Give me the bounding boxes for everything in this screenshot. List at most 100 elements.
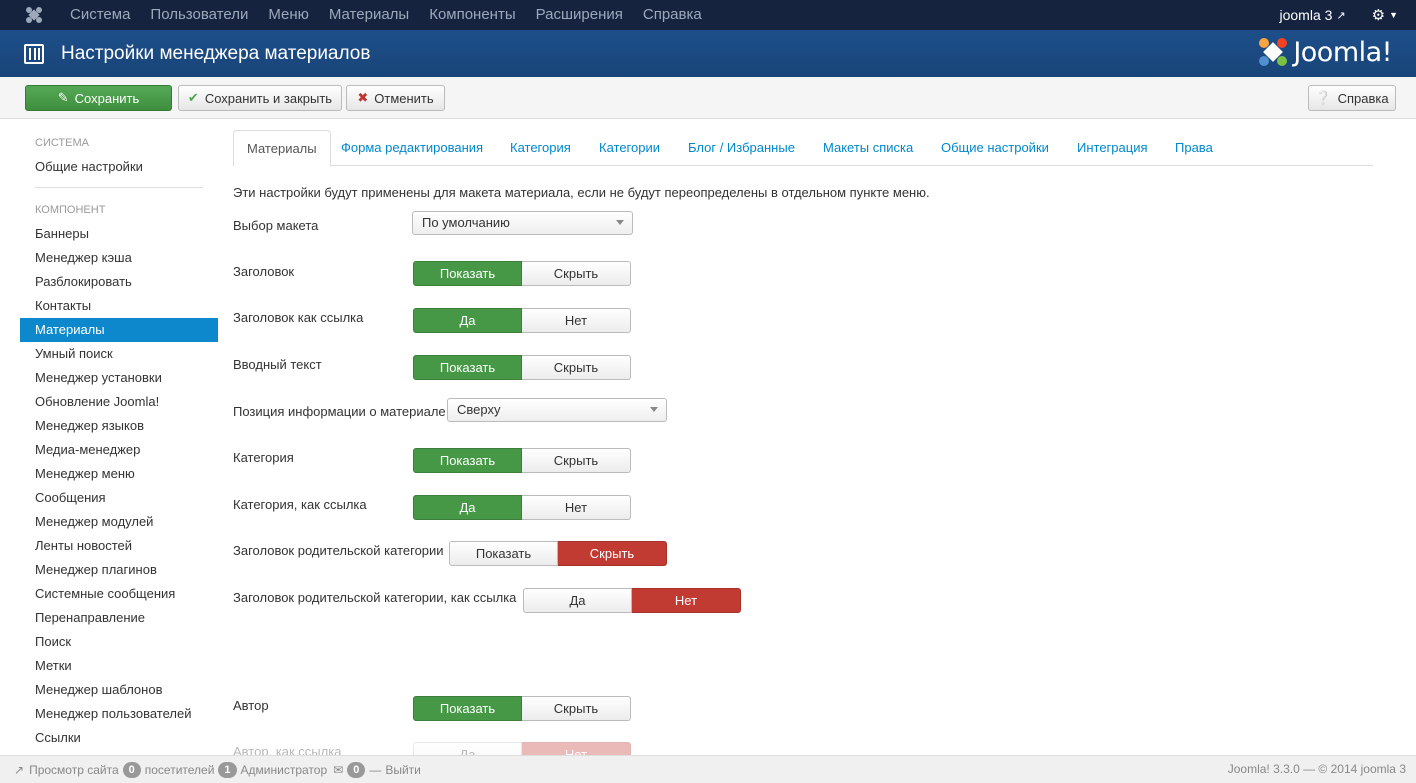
sidebar-item-installer[interactable]: Менеджер установки [20,366,218,390]
sidebar-item-tags[interactable]: Метки [20,654,218,678]
author-toggle: Показать Скрыть [413,696,631,721]
menu-help[interactable]: Справка [633,0,712,30]
sidebar-item-content[interactable]: Материалы [20,318,218,342]
parent-category-toggle: Показать Скрыть [449,541,667,566]
cancel-button[interactable]: ✖ Отменить [346,85,445,111]
sidebar-item-modules[interactable]: Менеджер модулей [20,510,218,534]
sidebar-header-component: КОМПОНЕНТ [35,204,106,216]
messages-badge[interactable]: 0 [347,761,366,778]
tab-blog-featured[interactable]: Блог / Избранные [675,130,808,166]
sidebar-item-cache[interactable]: Менеджер кэша [20,246,218,270]
author-hide-button[interactable]: Скрыть [522,696,631,721]
site-name: joomla 3 [1279,7,1333,23]
sidebar-item-finder[interactable]: Умный поиск [20,342,218,366]
site-link[interactable]: joomla 3 ↗ [1279,7,1345,23]
parent-category-link-yes-button[interactable]: Да [523,588,632,613]
minus-icon: — [369,762,382,777]
page-title: Настройки менеджера материалов [61,42,371,64]
sidebar-item-templates[interactable]: Менеджер шаблонов [20,678,218,702]
parent-category-hide-button[interactable]: Скрыть [558,541,667,566]
tab-categories[interactable]: Категории [586,130,673,166]
sidebar-item-menus[interactable]: Менеджер меню [20,462,218,486]
category-toggle: Показать Скрыть [413,448,631,473]
sidebar-item-search[interactable]: Поиск [20,630,218,654]
info-position-select[interactable]: Сверху [447,398,667,422]
title-link-yes-button[interactable]: Да [413,308,522,333]
sidebar-item-plugins[interactable]: Менеджер плагинов [20,558,218,582]
sidebar-item-weblinks[interactable]: Ссылки [20,726,218,750]
tab-list-layouts[interactable]: Макеты списка [810,130,926,166]
intro-label: Вводный текст [233,357,322,372]
sidebar-item-newsfeeds[interactable]: Ленты новостей [20,534,218,558]
external-link-icon: ↗ [14,762,25,777]
sidebar-item-banners[interactable]: Баннеры [20,222,218,246]
tab-integration[interactable]: Интеграция [1064,130,1161,166]
sidebar-item-users[interactable]: Менеджер пользователей [20,702,218,726]
tab-editing-layout[interactable]: Форма редактирования [328,130,496,166]
title-show-button[interactable]: Показать [413,261,522,286]
user-menu[interactable]: ⚙ ▼ [1372,6,1398,24]
menu-content[interactable]: Материалы [319,0,419,30]
save-close-button[interactable]: ✔ Сохранить и закрыть [178,85,342,111]
admins-label: Администратор [240,762,328,777]
cancel-label: Отменить [374,90,434,106]
category-link-yes-button[interactable]: Да [413,495,522,520]
layout-select[interactable]: По умолчанию [412,211,633,235]
cancel-icon: ✖ [357,90,369,105]
dropdown-arrow-icon [616,220,624,225]
category-show-button[interactable]: Показать [413,448,522,473]
tab-permissions[interactable]: Права [1162,130,1226,166]
menu-components[interactable]: Компоненты [419,0,525,30]
joomla-logo-icon[interactable] [24,5,44,25]
sidebar-item-redirect[interactable]: Перенаправление [20,606,218,630]
author-show-button[interactable]: Показать [413,696,522,721]
category-hide-button[interactable]: Скрыть [522,448,631,473]
menu-users[interactable]: Пользователи [140,0,258,30]
sidebar-item-joomla-update[interactable]: Обновление Joomla! [20,390,218,414]
parent-category-show-button[interactable]: Показать [449,541,558,566]
sidebar-item-contacts[interactable]: Контакты [20,294,218,318]
title-label: Заголовок [233,264,295,279]
menu-system[interactable]: Система [60,0,140,30]
layout-select-value: По умолчанию [422,215,510,230]
info-position-label: Позиция информации о материале [233,404,446,419]
external-link-icon: ↗ [1336,9,1346,22]
sidebar-header-system: СИСТЕМА [35,137,89,149]
menu-extensions[interactable]: Расширения [526,0,633,30]
help-label: Справка [1337,90,1389,106]
category-link-label: Категория, как ссылка [233,497,367,512]
intro-show-button[interactable]: Показать [413,355,522,380]
tab-shared[interactable]: Общие настройки [928,130,1062,166]
tab-articles[interactable]: Материалы [233,130,331,167]
category-link-no-button[interactable]: Нет [522,495,631,520]
category-label: Категория [233,450,294,465]
sidebar-item-checkin[interactable]: Разблокировать [20,270,218,294]
logout-link[interactable]: Выйти [385,763,421,777]
title-hide-button[interactable]: Скрыть [522,261,631,286]
help-button[interactable]: ❔ Справка [1308,85,1396,111]
intro-hide-button[interactable]: Скрыть [522,355,631,380]
layout-label: Выбор макета [233,218,319,233]
sidebar-item-messages[interactable]: Сообщения [20,486,218,510]
save-button[interactable]: ✎ Сохранить [25,85,172,111]
top-navbar: Система Пользователи Меню Материалы Комп… [0,0,1416,30]
sidebar-item-languages[interactable]: Менеджер языков [20,414,218,438]
sidebar-item-global-config[interactable]: Общие настройки [20,155,218,179]
check-icon: ✔ [187,90,199,105]
parent-category-link-no-button[interactable]: Нет [632,588,741,613]
joomla-brand-icon [1259,38,1288,66]
save-close-label: Сохранить и закрыть [204,90,333,106]
parent-category-link-label: Заголовок родительской категории, как сс… [233,590,517,605]
title-link-no-button[interactable]: Нет [522,308,631,333]
view-site-link[interactable]: Просмотр сайта [29,763,119,777]
menu-menus[interactable]: Меню [258,0,319,30]
sidebar-item-postinstall[interactable]: Системные сообщения [20,582,218,606]
save-label: Сохранить [74,90,140,106]
parent-category-label: Заголовок родительской категории [233,543,444,558]
title-toggle: Показать Скрыть [413,261,631,286]
dropdown-arrow-icon [650,407,658,412]
main-menu: Система Пользователи Меню Материалы Комп… [60,0,712,30]
sidebar-item-media[interactable]: Медиа-менеджер [20,438,218,462]
title-link-toggle: Да Нет [413,308,631,333]
tab-category[interactable]: Категория [497,130,584,166]
